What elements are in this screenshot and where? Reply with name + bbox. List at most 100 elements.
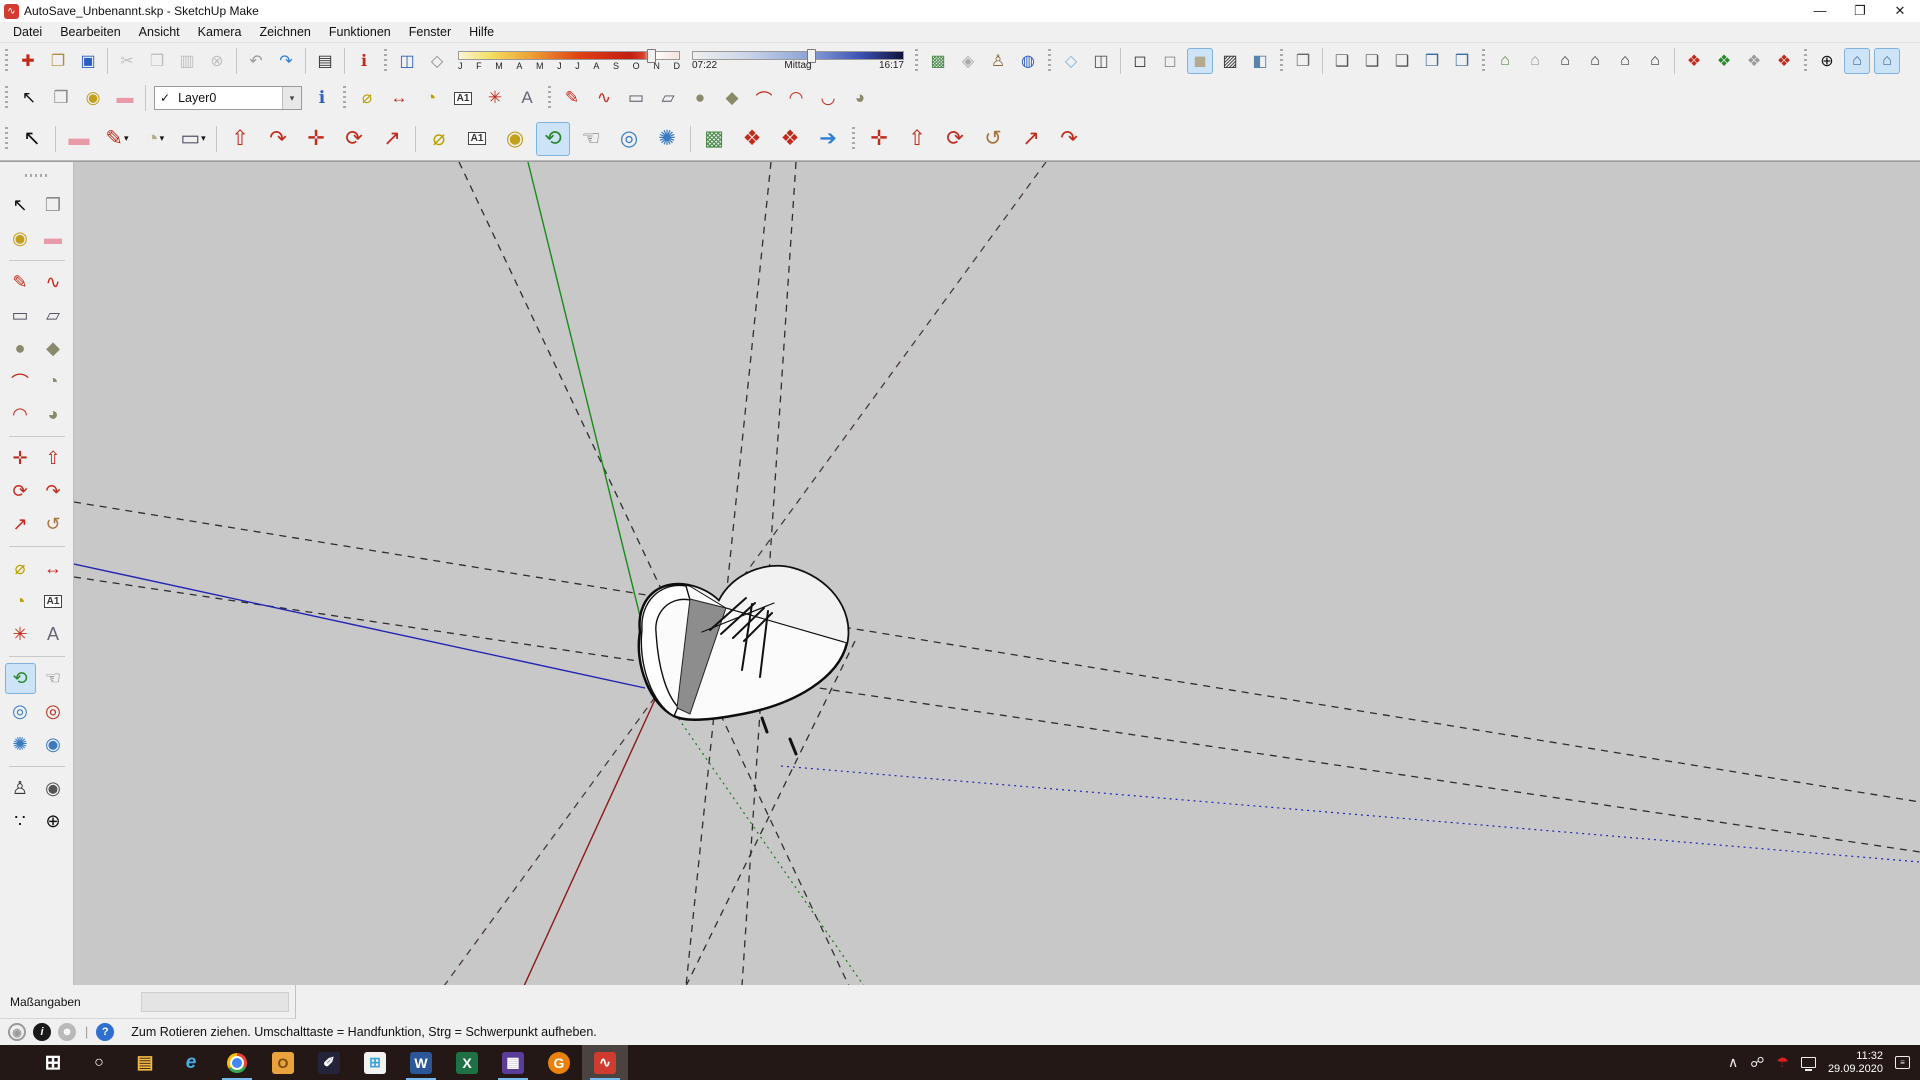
eraser-tool-large-icon[interactable]: ▬ (62, 122, 96, 156)
select-tool-large-icon[interactable]: ↖ (15, 122, 49, 156)
pan-tool-icon[interactable]: ☜ (574, 122, 608, 156)
sign-in-icon[interactable]: ☻ (58, 1023, 76, 1041)
face-style-shaded-icon[interactable]: ◼ (1187, 48, 1213, 74)
sidebar-grip[interactable] (25, 174, 49, 177)
sb-eraser-icon[interactable]: ▬ (38, 223, 69, 254)
taskbar-word[interactable]: W (398, 1045, 444, 1080)
taskbar-outlook[interactable]: O (260, 1045, 306, 1080)
line-tool-large-icon[interactable]: ✎▾ (100, 122, 134, 156)
face-style-xray-icon[interactable]: ◇ (1058, 48, 1084, 74)
paint-bucket-icon[interactable]: ◉ (79, 84, 107, 112)
component-edit-2-icon[interactable]: ❒ (1449, 48, 1475, 74)
tape-measure-large-icon[interactable]: ⌀ (422, 122, 456, 156)
taskbar-file-explorer[interactable]: ▤ (122, 1045, 168, 1080)
freehand-tool-icon[interactable]: ∿ (590, 84, 618, 112)
photo-textures-icon[interactable]: ♙ (985, 48, 1011, 74)
delete-icon[interactable]: ⊗ (204, 48, 230, 74)
taskbar-internet-explorer[interactable]: e (168, 1045, 214, 1080)
3d-text-tool-icon[interactable]: A (513, 84, 541, 112)
rotate-tool-icon[interactable]: ⟳ (337, 122, 371, 156)
menu-item[interactable]: Fenster (400, 23, 460, 41)
move-tool-b-icon[interactable]: ✛ (862, 122, 896, 156)
warehouse-get-models-large-icon[interactable]: ❖ (735, 122, 769, 156)
zoom-tool-icon[interactable]: ◎ (612, 122, 646, 156)
toolbar-grip[interactable] (384, 49, 387, 73)
menu-item[interactable]: Funktionen (320, 23, 400, 41)
sb-compass-icon[interactable]: ⊕ (38, 806, 69, 837)
sb-text-icon[interactable]: A1 (38, 586, 69, 617)
view-back-icon[interactable]: ⌂ (1612, 48, 1638, 74)
extension-warehouse-icon[interactable]: ❖ (1771, 48, 1797, 74)
toolbar-grip[interactable] (1280, 49, 1283, 73)
taskbar-microsoft-store[interactable]: ⊞ (352, 1045, 398, 1080)
layer-chevron-down-icon[interactable]: ▾ (282, 87, 301, 109)
toolbar-grip[interactable] (343, 86, 346, 110)
compass-icon[interactable]: ⊕ (1814, 48, 1840, 74)
notification-center-icon[interactable]: ≡ (1895, 1056, 1910, 1069)
model-geometry[interactable] (762, 718, 767, 732)
toggle-terrain-icon[interactable]: ◈ (955, 48, 981, 74)
taskbar-start-button[interactable]: ⊞ (30, 1045, 76, 1080)
menu-item[interactable]: Datei (4, 23, 51, 41)
model-info-icon[interactable]: ℹ (351, 48, 377, 74)
sb-arc-icon[interactable]: ⌒ (5, 366, 36, 397)
model-viewport[interactable] (74, 162, 1920, 985)
add-location-large-icon[interactable]: ▩ (697, 122, 731, 156)
axes-tool-icon[interactable]: ✳ (481, 84, 509, 112)
pie-tool-icon[interactable]: ◕ (846, 84, 874, 112)
sb-pie-icon[interactable]: ◕ (38, 399, 69, 430)
toolbar-grip[interactable] (548, 86, 551, 110)
sb-follow-me-icon[interactable]: ↷ (38, 476, 69, 507)
paint-bucket-large-icon[interactable]: ◉ (498, 122, 532, 156)
push-pull-tool-icon[interactable]: ⇧ (223, 122, 257, 156)
menu-item[interactable]: Bearbeiten (51, 23, 129, 41)
make-component-icon[interactable]: ❒ (47, 84, 75, 112)
sb-tape-measure-icon[interactable]: ⌀ (5, 553, 36, 584)
section-cut-display-icon[interactable]: ⌂ (1874, 48, 1900, 74)
two-point-arc-tool-icon[interactable]: ◠ (782, 84, 810, 112)
open-model-icon[interactable]: ❐ (45, 48, 71, 74)
circle-tool-icon[interactable]: ● (686, 84, 714, 112)
rectangle-tool-large-icon[interactable]: ▭▾ (176, 122, 210, 156)
zoom-extents-tool-icon[interactable]: ✺ (650, 122, 684, 156)
network-icon[interactable] (1801, 1057, 1816, 1068)
face-style-textured-icon[interactable]: ▨ (1217, 48, 1243, 74)
sb-position-camera-icon[interactable]: ♙ (5, 773, 36, 804)
follow-me-tool-b-icon[interactable]: ↷ (1052, 122, 1086, 156)
restore-button[interactable]: ❐ (1840, 3, 1880, 19)
toolbar-grip[interactable] (5, 49, 8, 73)
satellite-tray-icon[interactable]: ☍ (1750, 1054, 1764, 1071)
view-iso-icon[interactable]: ⌂ (1492, 48, 1518, 74)
menu-item[interactable]: Ansicht (130, 23, 189, 41)
text-tool-icon[interactable]: A1 (449, 84, 477, 112)
menu-item[interactable]: Hilfe (460, 23, 503, 41)
view-top-icon[interactable]: ⌂ (1522, 48, 1548, 74)
sb-paint-bucket-icon[interactable]: ◉ (5, 223, 36, 254)
shadow-dialog-icon[interactable]: ◫ (394, 48, 420, 74)
group-edit-1-icon[interactable]: ❑ (1329, 48, 1355, 74)
sb-rectangle-icon[interactable]: ▭ (5, 300, 36, 331)
taskbar-dark-design-app[interactable]: ✐ (306, 1045, 352, 1080)
sb-rotated-rectangle-icon[interactable]: ▱ (38, 300, 69, 331)
sb-line-icon[interactable]: ✎ (5, 267, 36, 298)
sb-look-around-icon[interactable]: ◉ (38, 773, 69, 804)
sb-select-icon[interactable]: ↖ (5, 190, 36, 221)
sb-scale-icon[interactable]: ↗ (5, 509, 36, 540)
toolbar-grip[interactable] (852, 127, 855, 151)
rotated-rectangle-tool-icon[interactable]: ▱ (654, 84, 682, 112)
sb-zoom-window-icon[interactable]: ◎ (38, 696, 69, 727)
face-style-back-edges-icon[interactable]: ◫ (1088, 48, 1114, 74)
menu-item[interactable]: Zeichnen (250, 23, 319, 41)
shadow-time-slider[interactable]: 07:22 Mittag 16:17 (692, 51, 904, 72)
arc-tool-large-icon[interactable]: ◔▾ (138, 122, 172, 156)
section-plane-display-icon[interactable]: ⌂ (1844, 48, 1870, 74)
toolbar-grip[interactable] (1804, 49, 1807, 73)
viewport-canvas[interactable] (74, 162, 1920, 985)
sb-move-icon[interactable]: ✛ (5, 443, 36, 474)
paste-icon[interactable]: ▥ (174, 48, 200, 74)
tray-chevron-up-icon[interactable]: ∧ (1728, 1054, 1738, 1071)
three-point-arc-tool-icon[interactable]: ◡ (814, 84, 842, 112)
print-icon[interactable]: ▤ (312, 48, 338, 74)
sb-pie-arc-icon[interactable]: ◔ (38, 366, 69, 397)
offset-tool-icon[interactable]: ↺ (976, 122, 1010, 156)
